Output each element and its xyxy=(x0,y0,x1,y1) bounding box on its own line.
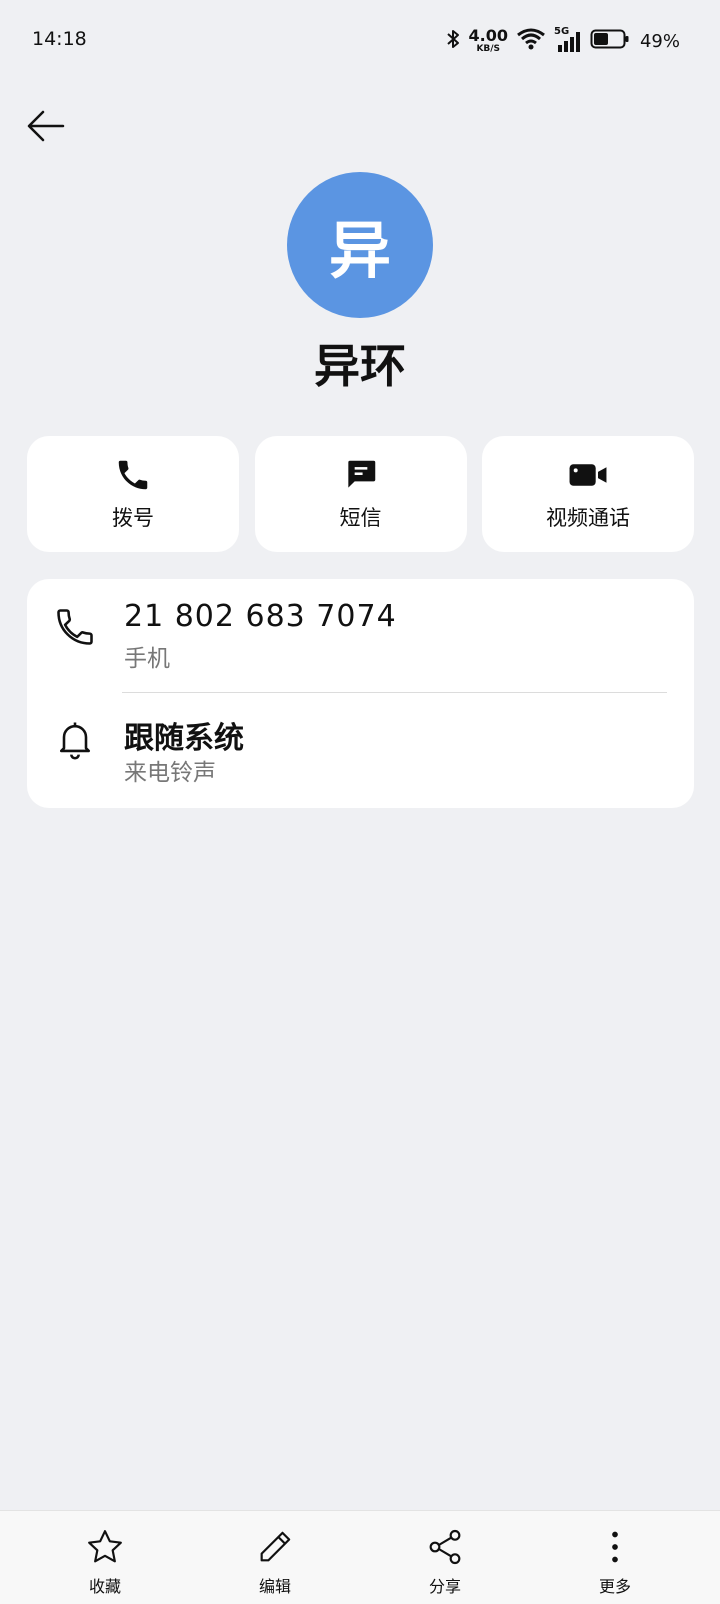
message-icon xyxy=(347,460,375,488)
status-time: 14:18 xyxy=(32,28,87,50)
battery-icon xyxy=(590,28,630,54)
phone-number-row[interactable]: 21 802 683 7074 手机 xyxy=(27,579,694,689)
contact-name: 异环 xyxy=(314,339,406,393)
bell-icon xyxy=(59,722,91,760)
video-call-button[interactable]: 视频通话 xyxy=(482,436,694,552)
pencil-icon xyxy=(260,1531,291,1562)
contact-details-card: 21 802 683 7074 手机 跟随系统 来电铃声 xyxy=(27,579,694,808)
network-speed: 4.00 KB/S xyxy=(468,26,508,54)
ringtone-row[interactable]: 跟随系统 来电铃声 xyxy=(27,693,694,803)
edit-button[interactable]: 编辑 xyxy=(190,1511,360,1604)
back-arrow-icon xyxy=(27,110,65,142)
avatar-initial: 异 xyxy=(328,214,391,287)
ringtone-value: 跟随系统 xyxy=(124,721,244,756)
edit-label: 编辑 xyxy=(258,1577,291,1596)
bottom-toolbar: 收藏 编辑 分享 更多 xyxy=(0,1510,720,1604)
sms-label: 短信 xyxy=(339,506,382,530)
favorite-label: 收藏 xyxy=(88,1577,121,1596)
status-icons: 4.00 KB/S 5G 49% xyxy=(445,24,680,58)
favorite-button[interactable]: 收藏 xyxy=(20,1511,190,1604)
dial-button[interactable]: 拨号 xyxy=(27,436,239,552)
share-label: 分享 xyxy=(428,1577,461,1596)
video-call-icon xyxy=(569,464,607,486)
more-vertical-icon xyxy=(612,1531,618,1563)
share-icon xyxy=(429,1529,461,1565)
contact-avatar[interactable]: 异 xyxy=(287,172,433,318)
phone-type: 手机 xyxy=(124,646,170,672)
star-icon xyxy=(88,1530,122,1563)
video-call-label: 视频通话 xyxy=(546,506,630,530)
sms-button[interactable]: 短信 xyxy=(254,436,467,552)
contact-detail-screen: 14:18 4.00 KB/S 5G 49% 异 异环 拨号 短信 视频通话 2… xyxy=(0,0,720,1604)
share-button[interactable]: 分享 xyxy=(360,1511,530,1604)
cellular-signal-icon: 5G xyxy=(554,26,582,54)
phone-outline-icon xyxy=(57,609,93,645)
more-button[interactable]: 更多 xyxy=(530,1511,700,1604)
dial-label: 拨号 xyxy=(112,506,154,530)
quick-actions: 拨号 短信 视频通话 xyxy=(27,436,694,552)
back-button[interactable] xyxy=(24,104,68,148)
phone-icon xyxy=(118,460,148,490)
status-bar: 14:18 4.00 KB/S 5G 49% xyxy=(0,0,720,80)
wifi-icon xyxy=(516,28,546,54)
phone-number: 21 802 683 7074 xyxy=(124,599,397,634)
bluetooth-icon xyxy=(445,27,461,55)
battery-percent: 49% xyxy=(639,30,680,52)
more-label: 更多 xyxy=(598,1577,631,1596)
ringtone-label: 来电铃声 xyxy=(124,760,216,786)
